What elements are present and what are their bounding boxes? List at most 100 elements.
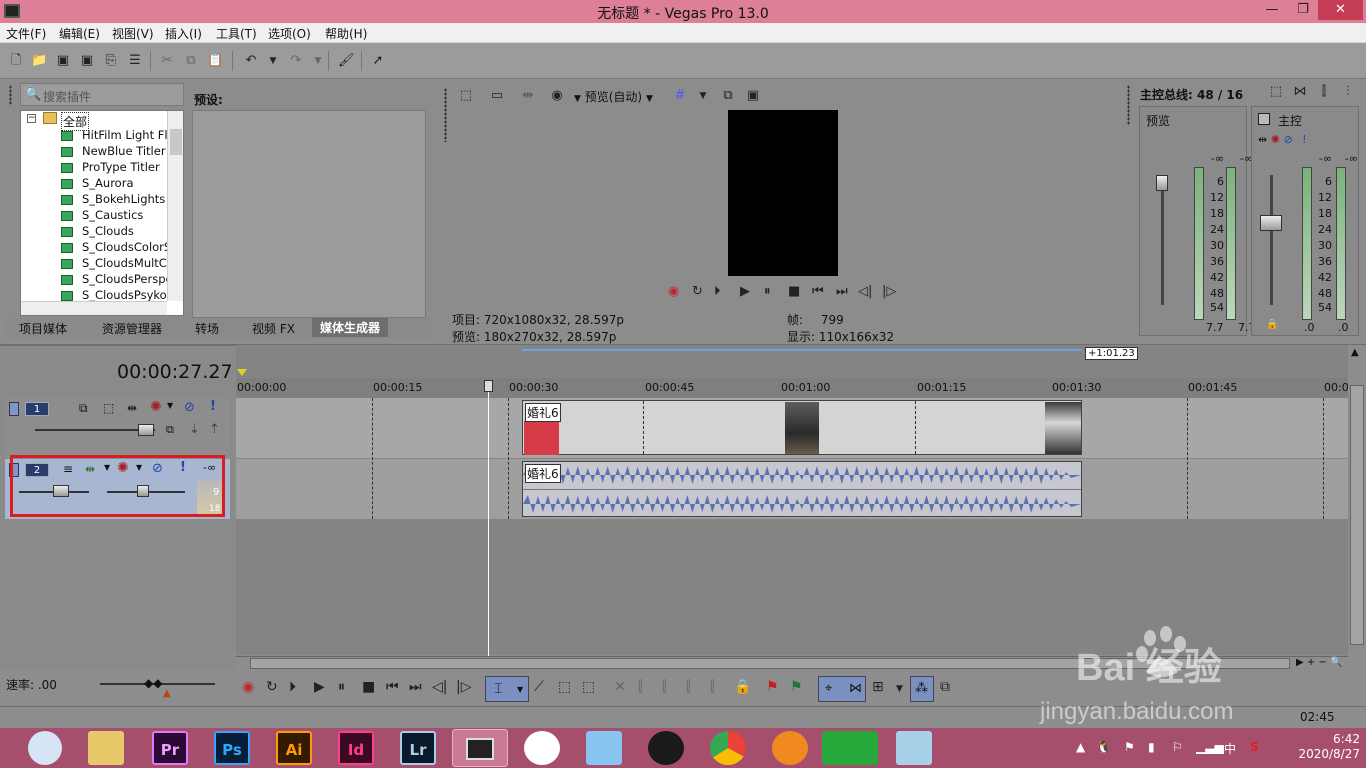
split-screen-icon[interactable]: ⇹ (520, 88, 536, 104)
go-to-end-icon[interactable]: ⏭ (836, 284, 848, 299)
tab-media-generators[interactable]: 媒体生成器 (312, 318, 389, 337)
menu-file[interactable]: 文件(F) (6, 25, 46, 42)
record-icon[interactable]: ◉ (242, 679, 254, 695)
tree-item[interactable]: S_BokehLights (82, 192, 165, 206)
scrollbar-thumb[interactable] (1350, 385, 1364, 645)
tab-video-fx[interactable]: 视频 FX (252, 320, 295, 337)
lock-icon[interactable]: 🔒 (734, 679, 751, 695)
panel-grip[interactable] (9, 85, 12, 105)
video-track-header[interactable]: 1 ⧉ ⬚ ⇹ ✺ ▼ ⊘ ! ⧉ ⇣ ⇡ (5, 398, 230, 458)
app-icon-bird[interactable] (586, 731, 622, 765)
loop-icon[interactable]: ↻ (692, 284, 703, 299)
premiere-icon[interactable]: Pr (152, 731, 188, 765)
ime-language-indicator[interactable]: 中 (1224, 740, 1236, 757)
zoom-edit-icon[interactable]: ⬚ (582, 679, 595, 695)
master-properties-icon[interactable]: ⬚ (1268, 84, 1284, 100)
vegas-taskbar-icon[interactable] (452, 729, 508, 767)
overlay-icon[interactable]: ◉ (549, 88, 565, 104)
indesign-icon[interactable]: Id (338, 731, 374, 765)
marker-flag-icon[interactable] (237, 369, 247, 376)
open-folder-icon[interactable]: 📁 (31, 53, 47, 69)
previous-frame-icon[interactable]: ◁| (432, 679, 447, 695)
preset-list[interactable] (192, 110, 426, 318)
pause-icon[interactable]: ⏸ (764, 284, 771, 299)
qq-icon[interactable] (648, 731, 684, 765)
app-icon-colorful[interactable] (524, 731, 560, 765)
video-event-clip[interactable]: 婚礼6 (522, 400, 1082, 455)
save-icon[interactable]: ▣ (55, 53, 71, 69)
track-motion-icon[interactable]: ⇹ (127, 401, 137, 415)
tray-power-icon[interactable]: ▮ (1148, 740, 1155, 754)
fx-dropdown-icon[interactable]: ▼ (167, 401, 173, 410)
envelope-edit-icon[interactable]: ⟋ (534, 679, 544, 695)
tree-horizontal-scrollbar[interactable] (21, 301, 167, 315)
tab-transitions[interactable]: 转场 (195, 320, 219, 337)
enable-snapping-icon[interactable]: ⌖ (825, 681, 832, 696)
trim-start-icon[interactable]: ⫿ (662, 679, 666, 695)
tree-item[interactable]: S_CloudsMultCo (82, 256, 174, 270)
maximize-button[interactable]: ❐ (1288, 0, 1318, 20)
compositing-mode-icon[interactable]: ⧉ (79, 401, 88, 416)
move-down-icon[interactable]: ⇣ (189, 422, 200, 437)
whats-this-icon[interactable]: ➚ (370, 53, 386, 69)
master-fader-track[interactable] (1270, 175, 1273, 305)
insert-marker-icon[interactable]: ⚑ (766, 679, 779, 695)
dim-output-icon[interactable]: ⫿ (1316, 84, 1332, 100)
lock-envelopes-button[interactable]: ⁂ (910, 676, 934, 702)
render-icon[interactable]: ⎘ (103, 53, 119, 69)
downmix-icon[interactable]: ⋈ (1292, 84, 1308, 100)
playhead-handle[interactable] (484, 380, 493, 392)
menu-tools[interactable]: 工具(T) (216, 25, 257, 42)
new-file-icon[interactable]: 🗋 (8, 53, 24, 69)
menu-help[interactable]: 帮助(H) (325, 25, 367, 42)
tab-explorer[interactable]: 资源管理器 (102, 320, 162, 337)
app-icon-orange[interactable] (772, 731, 808, 765)
trim-icon[interactable]: ⫿ (638, 679, 642, 695)
sogou-ime-icon[interactable]: S (1250, 740, 1259, 754)
trim-end-icon[interactable]: ⫿ (686, 679, 690, 695)
ripple-dropdown-icon[interactable]: ▼ (896, 684, 903, 694)
preview-fader-track[interactable] (1161, 177, 1164, 305)
show-hidden-icons[interactable]: ▲ (1076, 740, 1085, 754)
pan-icon[interactable]: ⇹ (1258, 133, 1267, 146)
snapping-buttons[interactable]: ⌖ ⋈ (818, 676, 866, 702)
menu-options[interactable]: 选项(O) (268, 25, 311, 42)
undo-icon[interactable]: ↶ (243, 53, 259, 69)
video-preview-frame[interactable] (728, 110, 838, 276)
previous-frame-icon[interactable]: ◁| (858, 284, 872, 299)
scroll-up-icon[interactable]: ▲ (1351, 347, 1359, 358)
split-icon[interactable]: ⫿ (710, 679, 714, 695)
level-slider-knob[interactable] (138, 424, 154, 436)
record-icon[interactable]: ◉ (668, 284, 679, 299)
minimize-button[interactable]: — (1257, 0, 1287, 20)
rate-slider-knob[interactable]: ◆◆ (144, 676, 162, 690)
redo-dropdown-icon[interactable]: ▼ (310, 53, 326, 69)
insert-region-icon[interactable]: ⚑ (790, 679, 803, 695)
tree-vertical-scrollbar[interactable] (167, 111, 183, 301)
track-fx-icon[interactable]: ✺ (150, 399, 162, 415)
audio-event-clip[interactable]: 婚礼6 (522, 461, 1082, 517)
save-as-icon[interactable]: ▣ (79, 53, 95, 69)
play-icon[interactable]: ▶ (740, 284, 750, 299)
selection-edit-icon[interactable]: ⬚ (558, 679, 571, 695)
copy-icon[interactable]: ⧉ (183, 53, 199, 69)
ie-browser-icon[interactable] (28, 731, 62, 765)
menu-insert[interactable]: 插入(I) (165, 25, 202, 42)
paint-brush-icon[interactable]: 🖌 (338, 53, 355, 69)
preview-fader-knob[interactable] (1156, 175, 1168, 191)
master-properties-icon[interactable] (1258, 113, 1270, 125)
tray-qq-icon[interactable]: 🐧 (1096, 740, 1111, 754)
external-monitor-icon[interactable]: ▭ (489, 88, 505, 104)
timeline-vertical-scrollbar[interactable]: ▲ (1348, 345, 1366, 670)
auto-crossfade-icon[interactable]: ⋈ (849, 681, 862, 696)
go-to-start-icon[interactable]: ⏮ (386, 679, 399, 695)
photoshop-icon[interactable]: Ps (214, 731, 250, 765)
tree-item[interactable]: S_Clouds (82, 224, 134, 238)
illustrator-icon[interactable]: Ai (276, 731, 312, 765)
go-to-end-icon[interactable]: ⏭ (409, 679, 422, 695)
auto-ripple-icon[interactable]: ⊞ (872, 679, 884, 695)
play-from-start-icon[interactable]: ⏵ (289, 679, 296, 695)
make-compositing-child-icon[interactable]: ⬚ (103, 401, 114, 415)
move-up-icon[interactable]: ⇡ (209, 422, 220, 437)
preview-quality-dropdown[interactable]: ▼ 预览(自动) ▼ (574, 88, 653, 105)
